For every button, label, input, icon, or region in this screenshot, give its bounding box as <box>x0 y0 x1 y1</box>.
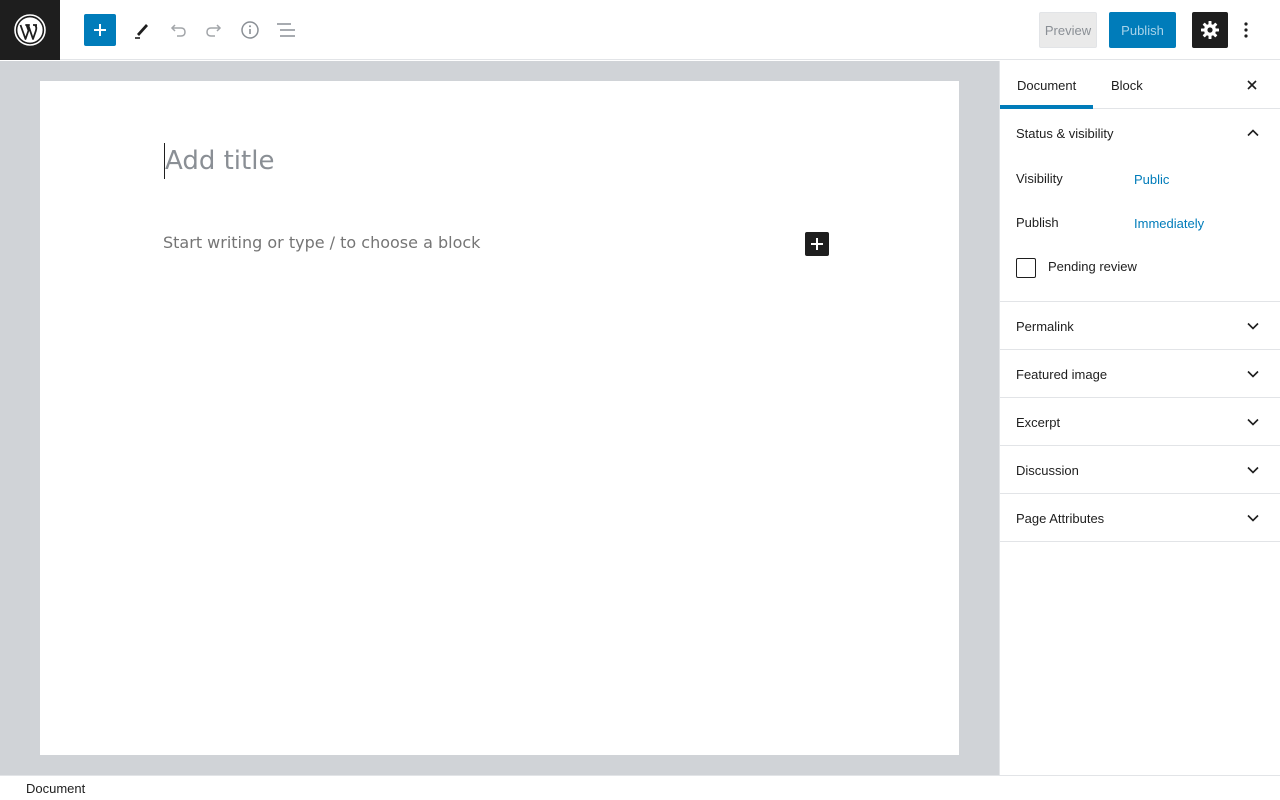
tools-button[interactable] <box>126 14 158 46</box>
settings-sidebar: Document Block Status & visibility Visib… <box>999 61 1280 775</box>
chevron-down-icon <box>1247 466 1259 474</box>
wordpress-logo[interactable] <box>0 0 60 60</box>
panel-header-discussion[interactable]: Discussion <box>1000 446 1280 494</box>
chevron-down-icon <box>1247 370 1259 378</box>
panel-status-visibility: Status & visibility Visibility Public Pu… <box>1000 109 1280 302</box>
settings-button[interactable] <box>1192 12 1228 48</box>
post-title-input[interactable]: Add title <box>164 143 764 179</box>
chevron-down-icon <box>1247 322 1259 330</box>
pending-review-label[interactable]: Pending review <box>1048 259 1137 274</box>
tab-document[interactable]: Document <box>1000 61 1094 109</box>
visibility-label: Visibility <box>1016 171 1063 186</box>
publish-label: Publish <box>1016 215 1059 230</box>
panel-permalink: Permalink <box>1000 302 1280 350</box>
wordpress-icon <box>14 14 46 46</box>
panel-header-status-visibility[interactable]: Status & visibility <box>1000 109 1280 157</box>
panel-header-excerpt[interactable]: Excerpt <box>1000 398 1280 446</box>
panel-title: Permalink <box>1016 318 1074 334</box>
panel-title: Discussion <box>1016 462 1079 478</box>
undo-button[interactable] <box>162 14 194 46</box>
redo-icon <box>206 24 222 37</box>
outline-button[interactable] <box>270 14 302 46</box>
chevron-down-icon <box>1247 418 1259 426</box>
editor-header: Preview Publish <box>0 0 1280 60</box>
undo-icon <box>170 24 186 37</box>
block-placeholder[interactable]: Start writing or type / to choose a bloc… <box>163 231 763 255</box>
panel-featured-image: Featured image <box>1000 350 1280 398</box>
panel-title: Page Attributes <box>1016 510 1105 526</box>
redo-button[interactable] <box>198 14 230 46</box>
panel-header-permalink[interactable]: Permalink <box>1000 302 1280 350</box>
sidebar-tabs: Document Block <box>1000 61 1280 109</box>
tab-block[interactable]: Block <box>1094 61 1160 109</box>
list-view-icon <box>277 23 295 37</box>
gear-icon <box>1201 21 1219 39</box>
details-button[interactable] <box>234 14 266 46</box>
info-icon <box>241 21 259 39</box>
panel-title: Status & visibility <box>1016 125 1114 141</box>
publish-button[interactable]: Publish <box>1109 12 1176 48</box>
inline-add-block-button[interactable] <box>805 232 829 256</box>
editor-page: Add title Start writing or type / to cho… <box>40 81 959 755</box>
close-sidebar-button[interactable] <box>1240 73 1264 97</box>
more-vertical-icon <box>1244 22 1248 38</box>
breadcrumb[interactable]: Document <box>26 781 85 796</box>
pencil-icon <box>135 24 148 39</box>
chevron-down-icon <box>1247 514 1259 522</box>
panel-excerpt: Excerpt <box>1000 398 1280 446</box>
publish-date-toggle[interactable]: Immediately <box>1134 216 1204 231</box>
pending-review-checkbox[interactable] <box>1016 258 1036 278</box>
panel-header-featured-image[interactable]: Featured image <box>1000 350 1280 398</box>
close-icon <box>1247 80 1257 90</box>
panel-page-attributes: Page Attributes <box>1000 494 1280 542</box>
panel-title: Featured image <box>1016 366 1108 382</box>
panel-header-page-attributes[interactable]: Page Attributes <box>1000 494 1280 542</box>
more-options-button[interactable] <box>1234 12 1258 48</box>
chevron-up-icon <box>1247 129 1259 137</box>
add-block-button[interactable] <box>84 14 116 46</box>
panel-discussion: Discussion <box>1000 446 1280 494</box>
visibility-toggle[interactable]: Public <box>1134 172 1169 187</box>
preview-button[interactable]: Preview <box>1039 12 1097 48</box>
panel-title: Excerpt <box>1016 414 1061 430</box>
plus-icon <box>811 238 823 250</box>
plus-icon <box>94 24 106 36</box>
editor-footer: Document <box>0 775 1280 800</box>
